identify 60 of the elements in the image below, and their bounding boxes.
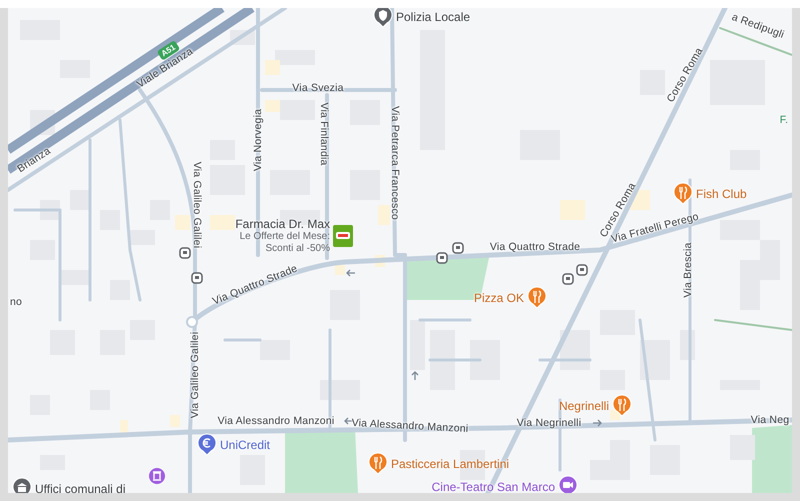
street-label: Via Alessandro Manzoni	[351, 416, 469, 436]
street-label: Via Alessandro Manzoni	[218, 415, 334, 427]
restaurant-pin-icon[interactable]	[673, 182, 693, 205]
building-shape	[730, 435, 755, 460]
place-label[interactable]: Pasticceria Lambertini	[391, 456, 510, 470]
place-label[interactable]: Uffici comunali di	[35, 482, 126, 493]
building-shape	[170, 415, 180, 427]
restaurant-pin-icon[interactable]	[368, 452, 388, 475]
place-label[interactable]: Fish Club	[696, 186, 747, 200]
building-shape	[378, 205, 390, 225]
place-label[interactable]: Polizia Locale	[396, 10, 470, 24]
street-label: Via Svezia	[292, 82, 344, 94]
place-label[interactable]: UniCredit	[220, 438, 270, 452]
bus-stop-icon	[576, 264, 588, 276]
street-label: Via Galileo Galilei	[191, 162, 203, 248]
building-shape	[210, 215, 235, 230]
building-shape	[320, 380, 360, 400]
place-subtitle: Le Offerte del Mese: Sconti al -50%	[238, 231, 330, 255]
building-shape	[175, 215, 190, 230]
landmark-icon	[149, 468, 165, 484]
place-label[interactable]: Cine-Teatro San Marco	[432, 480, 555, 493]
place-label[interactable]: Pizza OK	[474, 290, 524, 304]
bus-stop-icon	[436, 252, 448, 264]
restaurant-pin-icon[interactable]	[612, 394, 632, 417]
street-label: F.	[780, 114, 788, 126]
arrow-icon	[411, 371, 419, 381]
roundabout-icon	[186, 316, 198, 328]
building-shape	[60, 270, 90, 285]
building-shape	[640, 340, 670, 380]
building-shape	[560, 200, 585, 220]
street-label: Via Galileo Galilei	[189, 332, 201, 418]
street-label: Via Brescia	[682, 242, 694, 298]
place-label[interactable]: Farmacia Dr. Max	[235, 217, 330, 231]
pharmacy-logo-icon[interactable]	[333, 225, 353, 247]
building-shape	[470, 340, 500, 380]
building-shape	[260, 340, 290, 360]
place-label[interactable]: Negrinelli	[558, 398, 609, 412]
cinema-pin-icon[interactable]	[558, 475, 578, 493]
bus-stop-icon	[191, 272, 203, 284]
bus-stop-icon	[179, 247, 191, 259]
bus-stop-icon	[452, 242, 464, 254]
street-label: Via Quattro Strade	[490, 241, 580, 253]
police-pin-icon[interactable]	[373, 8, 393, 28]
street-label: Via Negrinelli	[516, 417, 582, 429]
bank-pin-icon[interactable]	[197, 433, 217, 456]
street-label: Via Neg	[750, 414, 790, 426]
street-label: Via Finlandia	[318, 102, 330, 166]
arrow-icon	[346, 269, 356, 277]
arrow-icon	[592, 419, 602, 427]
restaurant-pin-icon[interactable]	[527, 286, 547, 309]
street-label: no	[10, 296, 22, 308]
building-shape	[430, 330, 455, 390]
bus-stop-icon	[562, 273, 574, 285]
street-label: Via Petrarca Francesco	[389, 106, 401, 220]
building-shape	[130, 230, 155, 245]
building-shape	[410, 320, 425, 370]
building-shape	[335, 265, 345, 275]
street-label: Via Norvegia	[252, 108, 264, 172]
building-shape	[70, 190, 90, 210]
park-area	[752, 425, 792, 493]
